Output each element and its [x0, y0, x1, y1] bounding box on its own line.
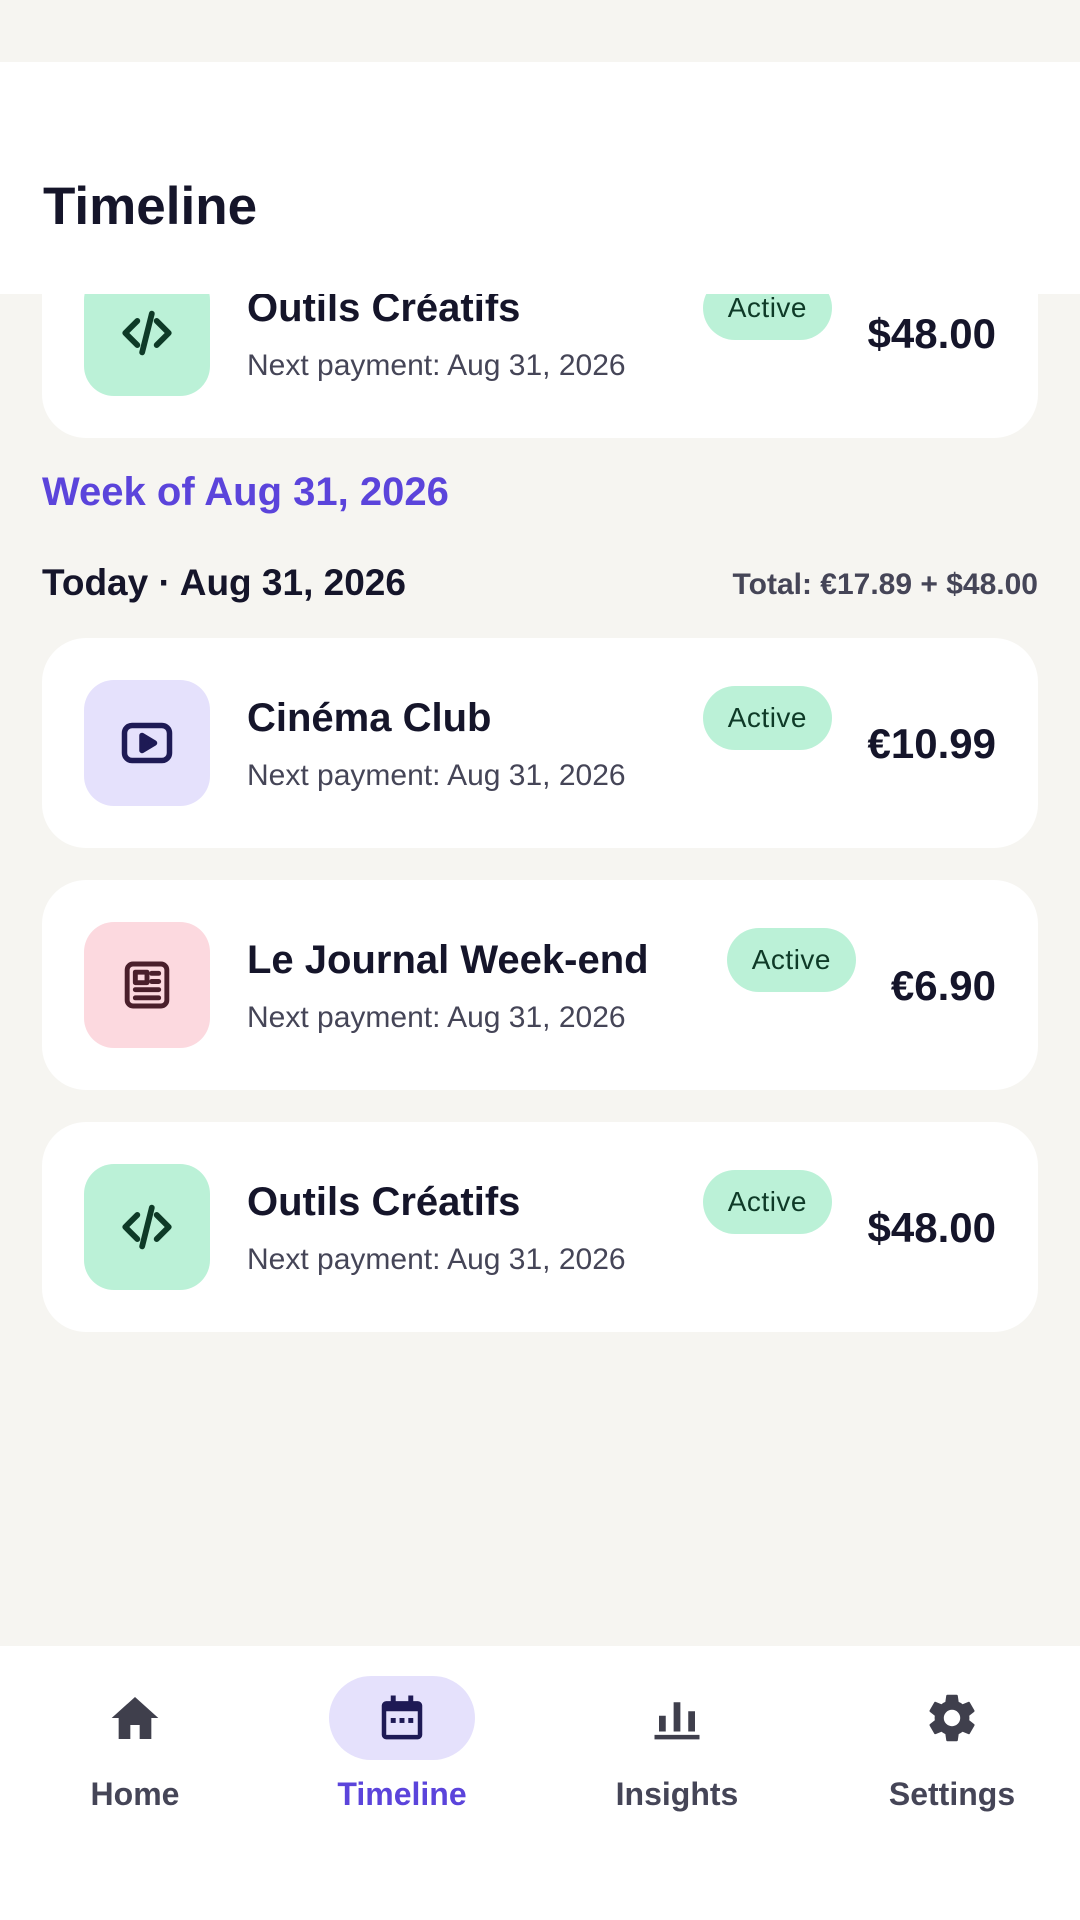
subscription-name: Outils Créatifs — [247, 1180, 521, 1224]
subscription-card[interactable]: Cinéma Club Next payment: Aug 31, 2026 A… — [42, 638, 1038, 848]
nav-item-settings[interactable]: Settings — [817, 1646, 1080, 1846]
next-payment-text: Next payment: Aug 31, 2026 — [247, 349, 626, 382]
play-icon — [84, 680, 210, 806]
subscription-amount: $48.00 — [867, 1204, 996, 1251]
nav-label: Timeline — [337, 1776, 467, 1812]
nav-label: Home — [90, 1776, 180, 1812]
nav-label: Settings — [888, 1776, 1016, 1812]
newspaper-icon — [84, 922, 210, 1048]
day-label: Today · Aug 31, 2026 — [42, 562, 406, 603]
next-payment-text: Next payment: Aug 31, 2026 — [247, 759, 626, 792]
subscription-name: Le Journal Week-end — [247, 938, 649, 982]
subscription-card[interactable]: Outils Créatifs Next payment: Aug 31, 20… — [42, 1122, 1038, 1332]
bar-chart-icon — [604, 1676, 750, 1760]
subscription-card[interactable]: Le Journal Week-end Next payment: Aug 31… — [42, 880, 1038, 1090]
subscription-amount: €6.90 — [890, 962, 996, 1009]
page-header: Timeline — [0, 62, 1080, 294]
day-total: Total: €17.89 + $48.00 — [732, 568, 1038, 601]
nav-item-insights[interactable]: Insights — [542, 1646, 812, 1846]
next-payment-text: Next payment: Aug 31, 2026 — [247, 1001, 626, 1034]
status-badge: Active — [726, 928, 856, 992]
page-title: Timeline — [43, 177, 258, 236]
subscription-amount: $48.00 — [867, 310, 996, 357]
app-root: Outils Créatifs Next payment: Aug 31, 20… — [0, 0, 1080, 1920]
subscription-name: Cinéma Club — [247, 696, 492, 740]
gear-icon — [879, 1676, 1025, 1760]
next-payment-text: Next payment: Aug 31, 2026 — [247, 1243, 626, 1276]
status-badge: Active — [702, 1170, 832, 1234]
home-icon — [62, 1676, 208, 1760]
nav-item-home[interactable]: Home — [0, 1646, 270, 1846]
calendar-icon — [329, 1676, 475, 1760]
code-icon — [84, 1164, 210, 1290]
nav-label: Insights — [615, 1776, 739, 1812]
status-badge: Active — [702, 686, 832, 750]
day-row: Today · Aug 31, 2026 Total: €17.89 + $48… — [42, 562, 1038, 612]
nav-item-timeline[interactable]: Timeline — [267, 1646, 537, 1846]
subscription-amount: €10.99 — [867, 720, 996, 767]
bottom-navigation: Home Timeline Insights Settings — [0, 1646, 1080, 1920]
week-heading: Week of Aug 31, 2026 — [42, 470, 449, 514]
